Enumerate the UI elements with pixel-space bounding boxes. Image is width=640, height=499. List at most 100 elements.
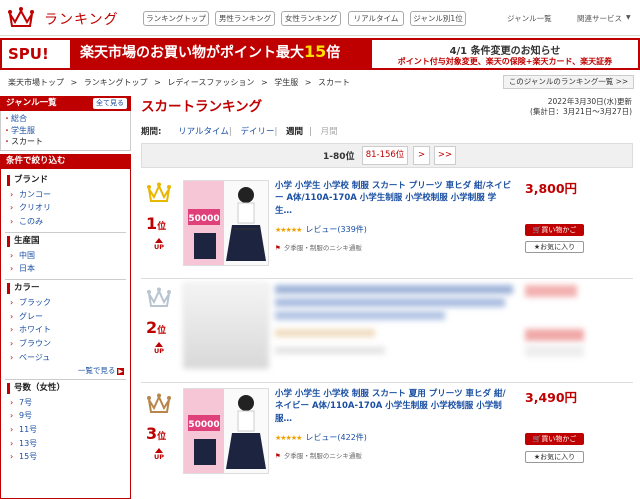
product-thumbnail[interactable]: 50000 [183, 388, 269, 474]
banner-notice[interactable]: 4/1 条件変更のお知らせ ポイント付与対象変更、楽天の保険+楽天カード、楽天証… [370, 38, 640, 70]
genre-list-title: ジャンル一覧 [6, 98, 57, 108]
filter-brand-kuriori[interactable]: クリオリ [1, 201, 130, 215]
favorite-button[interactable]: ★お気に入り [525, 451, 584, 463]
genre-list-link[interactable]: ジャンル一覧 [507, 13, 552, 24]
add-to-cart-button[interactable]: 🛒買い物かご [525, 433, 584, 445]
filter-color-black[interactable]: ブラック [1, 296, 130, 310]
genre-item-uniform[interactable]: 学生服 [11, 125, 130, 137]
site-logo-text[interactable]: ランキング [44, 9, 119, 29]
crown-logo-icon[interactable] [8, 6, 34, 28]
filter-size-7[interactable]: 7号 [1, 396, 130, 410]
genre-item-label[interactable]: 学生服 [11, 126, 35, 135]
pagination: 1-80位 81-156位 > >> [141, 143, 633, 168]
review-link[interactable]: レビュー(339件) [305, 225, 367, 234]
product-image: 50000 [184, 389, 268, 473]
shop-link[interactable]: 夕季服・制服のニシキ通販 [275, 450, 362, 460]
promo-banner[interactable]: SPU! 楽天市場のお買い物がポイント最大15倍 4/1 条件変更のお知らせ ポ… [0, 38, 640, 70]
review-link[interactable]: レビュー(422件) [305, 433, 367, 442]
filter-size-9[interactable]: 9号 [1, 409, 130, 423]
product-name-blurred [275, 285, 513, 294]
see-list-link[interactable]: 一覧で見る [1, 365, 130, 376]
banner-headline-text: 楽天市場のお買い物がポイント最大 [80, 45, 304, 61]
genre-item-general[interactable]: 総合 [11, 113, 130, 125]
filter-color-brown[interactable]: ブラウン [1, 337, 130, 351]
product-thumbnail-blurred[interactable] [183, 283, 269, 369]
see-all-button[interactable]: 全て見る [93, 98, 127, 109]
add-to-cart-button[interactable]: 🛒買い物かご [525, 224, 584, 236]
filter-brand-konomi[interactable]: このみ [1, 215, 130, 229]
filter-color-white[interactable]: ホワイト [1, 323, 130, 337]
filter-size-13[interactable]: 13号 [1, 437, 130, 451]
notice-title: 4/1 条件変更のお知らせ [449, 46, 561, 57]
filter-header: 条件で絞り込む [0, 153, 131, 169]
filter-brand-kanko[interactable]: カンコー [1, 188, 130, 202]
divider [5, 231, 126, 233]
product-name-link[interactable]: 小学 小学生 小学校 制服 スカート プリーツ 車ヒダ 紺/ネイビー A体/11… [275, 180, 513, 217]
fav-blurred [525, 345, 584, 357]
divider [5, 279, 126, 281]
add-to-cart-label: 買い物かご [541, 435, 577, 443]
rank-value: 1 [146, 214, 158, 233]
filter-color-beige[interactable]: ベージュ [1, 351, 130, 365]
shop-link[interactable]: 夕季服・制服のニシキ通販 [275, 242, 362, 252]
chevron-down-icon[interactable]: ▼ [626, 14, 631, 21]
breadcrumb-item[interactable]: 学生服 [274, 78, 298, 87]
breadcrumb-sep: > [70, 78, 78, 87]
breadcrumb-item[interactable]: レディースファッション [167, 78, 254, 87]
favorite-button[interactable]: ★お気に入り [525, 241, 584, 253]
add-to-cart-label: 買い物かご [541, 226, 577, 234]
tab-male-ranking[interactable]: 男性ランキング [215, 11, 275, 26]
period-label: 期間: [141, 127, 162, 137]
period-selector: 期間: リアルタイム| デイリー| 週間 | 月間 [141, 125, 344, 137]
breadcrumb-sep: > [260, 78, 268, 87]
tab-realtime[interactable]: リアルタイム [348, 11, 404, 26]
ranking-row: 2位 UP [141, 279, 633, 383]
rank-value: 3 [146, 424, 158, 443]
aggregation-period: (集計日：3月21日～3月27日) [530, 107, 632, 116]
breadcrumb-item[interactable]: 楽天市場トップ [8, 78, 64, 87]
favorite-label: お気に入り [540, 453, 576, 461]
period-monthly: 月間 [320, 127, 338, 137]
breadcrumb-sep: > [304, 78, 312, 87]
period-realtime[interactable]: リアルタイム [178, 127, 229, 137]
related-services-link[interactable]: 関連サービス [577, 13, 622, 24]
genre-item-label[interactable]: 総合 [11, 114, 27, 123]
genre-ranking-list-link[interactable]: このジャンルのランキング一覧 >> [503, 75, 634, 89]
tab-female-ranking[interactable]: 女性ランキング [281, 11, 341, 26]
rank-value: 2 [146, 318, 158, 337]
tab-ranking-top[interactable]: ランキングトップ [143, 11, 209, 26]
product-name-blurred [275, 311, 445, 320]
ranking-row: 1位 UP 50000 小学 小学生 小学校 制服 スカート プリーツ 車ヒダ … [141, 172, 633, 279]
update-info: 2022年3月30日(水)更新 (集計日：3月21日～3月27日) [520, 97, 632, 117]
crown-silver-icon [147, 287, 171, 307]
page-last-button[interactable]: >> [434, 146, 456, 165]
period-daily[interactable]: デイリー [240, 127, 274, 137]
period-sep: | [228, 127, 232, 137]
period-sep: | [274, 127, 278, 137]
notice-detail: ポイント付与対象変更、楽天の保険+楽天カード、楽天証券 [397, 57, 613, 66]
shop-blurred [275, 347, 385, 354]
favorite-label: お気に入り [540, 243, 576, 251]
product-name-link[interactable]: 小学 小学生 小学校 制服 スカート 夏用 プリーツ 車ヒダ 紺/ネイビー A体… [275, 388, 513, 425]
filter-size-15[interactable]: 15号 [1, 450, 130, 464]
review-line: ★★★★★ レビュー(422件) [275, 432, 367, 443]
rank-suffix: 位 [157, 222, 167, 232]
filter-country-china[interactable]: 中国 [1, 249, 130, 263]
review-blurred [275, 329, 375, 337]
product-thumbnail[interactable]: 50000 [183, 180, 269, 266]
rating-stars: ★★★★★ [275, 434, 302, 442]
page-next-button[interactable]: > [413, 146, 430, 165]
filter-group-color: カラー [7, 283, 130, 295]
thumb-badge: 50000 [188, 420, 219, 430]
divider [5, 378, 126, 380]
filter-size-11[interactable]: 11号 [1, 423, 130, 437]
page-next-range[interactable]: 81-156位 [362, 146, 408, 165]
breadcrumb-item[interactable]: ランキングトップ [84, 78, 148, 87]
filter-color-gray[interactable]: グレー [1, 310, 130, 324]
rank-up-badge: UP [152, 448, 166, 461]
sidebar: ジャンル一覧 全て見る 総合 学生服 スカート 条件で絞り込む ブランド カンコ… [0, 96, 131, 499]
genre-list-header: ジャンル一覧 全て見る [0, 96, 131, 111]
spu-label: SPU! [8, 45, 49, 63]
filter-country-japan[interactable]: 日本 [1, 262, 130, 276]
tab-genre-first[interactable]: ジャンル別1位 [410, 11, 466, 26]
